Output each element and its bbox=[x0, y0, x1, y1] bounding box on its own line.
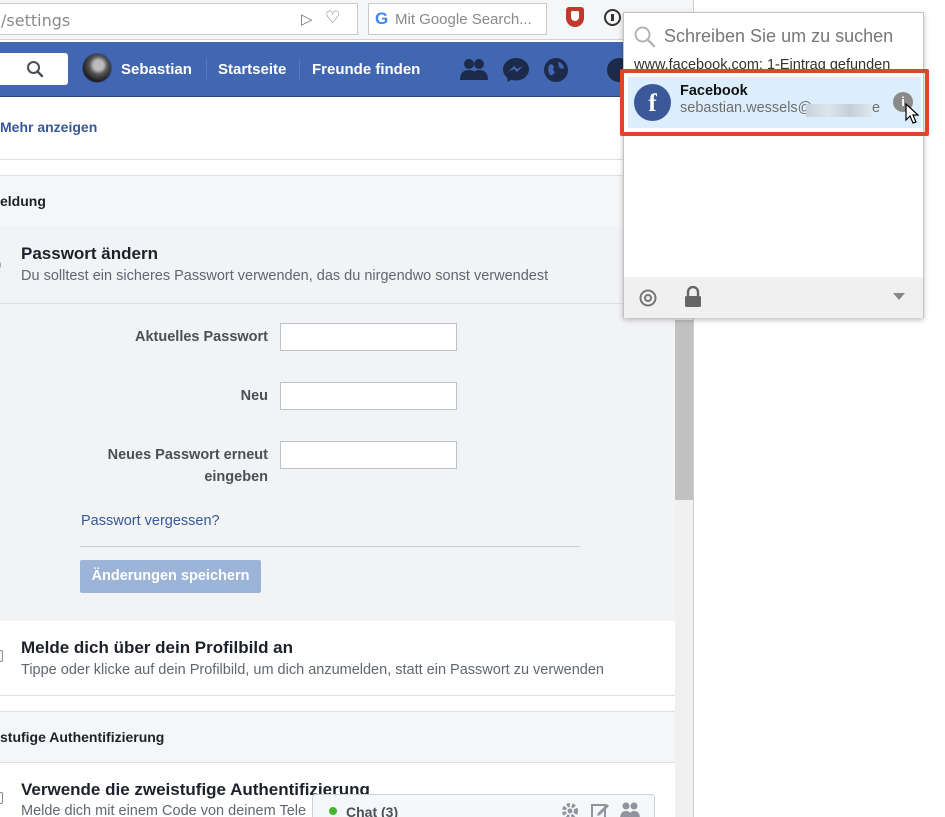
online-status-dot bbox=[329, 807, 337, 815]
search-bar[interactable]: G Mit Google Search... bbox=[368, 3, 547, 35]
row-icon bbox=[0, 650, 3, 662]
divider bbox=[80, 546, 580, 547]
address-bar[interactable]: /settings ▷ ♡ bbox=[0, 3, 358, 35]
show-more-link[interactable]: Mehr anzeigen bbox=[0, 119, 97, 135]
address-bar-text[interactable]: /settings bbox=[1, 11, 70, 30]
google-icon: G bbox=[375, 9, 389, 28]
gear-icon[interactable] bbox=[560, 801, 580, 817]
popup-search-input[interactable]: Schreiben Sie um zu suchen bbox=[664, 26, 893, 47]
search-bar-placeholder[interactable]: Mit Google Search... bbox=[395, 11, 532, 28]
friend-requests-icon[interactable] bbox=[459, 57, 489, 81]
heart-icon[interactable]: ♡ bbox=[325, 8, 340, 28]
ublock-extension-icon[interactable] bbox=[566, 7, 584, 27]
repeat-password-field[interactable] bbox=[280, 441, 457, 469]
avatar[interactable] bbox=[82, 53, 112, 83]
divider bbox=[0, 695, 675, 696]
search-icon[interactable] bbox=[26, 60, 44, 78]
highlight-annotation bbox=[620, 69, 929, 136]
scrollbar-thumb[interactable] bbox=[675, 320, 693, 500]
forgot-password-link[interactable]: Passwort vergessen? bbox=[81, 513, 220, 529]
send-icon[interactable]: ▷ bbox=[301, 10, 313, 28]
profile-picture-login-title[interactable]: Melde dich über dein Profilbild an bbox=[21, 638, 293, 658]
search-icon bbox=[634, 26, 656, 48]
section-title-2fa: stufige Authentifizierung bbox=[0, 729, 165, 745]
messenger-icon[interactable] bbox=[502, 57, 530, 83]
nav-home[interactable]: Startseite bbox=[218, 61, 286, 78]
row-icon bbox=[0, 262, 1, 268]
divider bbox=[0, 159, 623, 160]
section-header-2fa: stufige Authentifizierung bbox=[0, 711, 675, 763]
facebook-header: Sebastian Startseite Freunde finden bbox=[0, 42, 693, 97]
new-password-field[interactable] bbox=[280, 382, 457, 410]
nav-divider bbox=[206, 59, 207, 79]
password-change-panel: Passwort ändern Du solltest ein sicheres… bbox=[0, 226, 675, 621]
nav-find-friends[interactable]: Freunde finden bbox=[312, 61, 420, 78]
chat-label[interactable]: Chat (3) bbox=[346, 804, 398, 817]
settings-gear-icon[interactable] bbox=[638, 288, 658, 308]
new-password-label: Neu bbox=[240, 388, 268, 404]
chevron-down-icon[interactable] bbox=[892, 292, 906, 302]
password-change-subtitle: Du solltest ein sicheres Passwort verwen… bbox=[21, 268, 549, 284]
profile-picture-login-subtitle: Tippe oder klicke auf dein Profilbild, u… bbox=[21, 662, 604, 678]
popup-footer bbox=[624, 277, 923, 318]
password-manager-extension-icon[interactable] bbox=[604, 9, 621, 26]
password-change-title[interactable]: Passwort ändern bbox=[21, 244, 158, 264]
section-header-login: eldung bbox=[0, 175, 675, 227]
section-title-login: eldung bbox=[0, 193, 46, 209]
save-changes-button[interactable]: Änderungen speichern bbox=[80, 560, 261, 593]
settings-content: Mehr anzeigen eldung Passwort ändern Du … bbox=[0, 98, 675, 817]
two-factor-subtitle: Melde dich mit einem Code von deinem Tel… bbox=[21, 803, 307, 817]
row-icon bbox=[0, 792, 3, 804]
nav-divider bbox=[299, 59, 300, 79]
current-password-field[interactable] bbox=[280, 323, 457, 351]
browser-toolbar: /settings ▷ ♡ G Mit Google Search... bbox=[0, 0, 693, 40]
chat-bar[interactable]: Chat (3) bbox=[312, 794, 655, 817]
lock-icon[interactable] bbox=[684, 286, 702, 308]
password-manager-popup: Schreiben Sie um zu suchen www.facebook.… bbox=[623, 12, 924, 318]
facebook-search-box[interactable] bbox=[0, 53, 68, 85]
group-chat-icon[interactable] bbox=[619, 801, 641, 817]
new-message-icon[interactable] bbox=[590, 801, 610, 817]
repeat-password-label: Neues Passwort erneut eingeben bbox=[107, 447, 268, 485]
current-password-label: Aktuelles Passwort bbox=[135, 329, 268, 345]
notifications-globe-icon[interactable] bbox=[543, 57, 569, 83]
divider bbox=[0, 303, 675, 304]
nav-profile-name[interactable]: Sebastian bbox=[121, 61, 192, 78]
